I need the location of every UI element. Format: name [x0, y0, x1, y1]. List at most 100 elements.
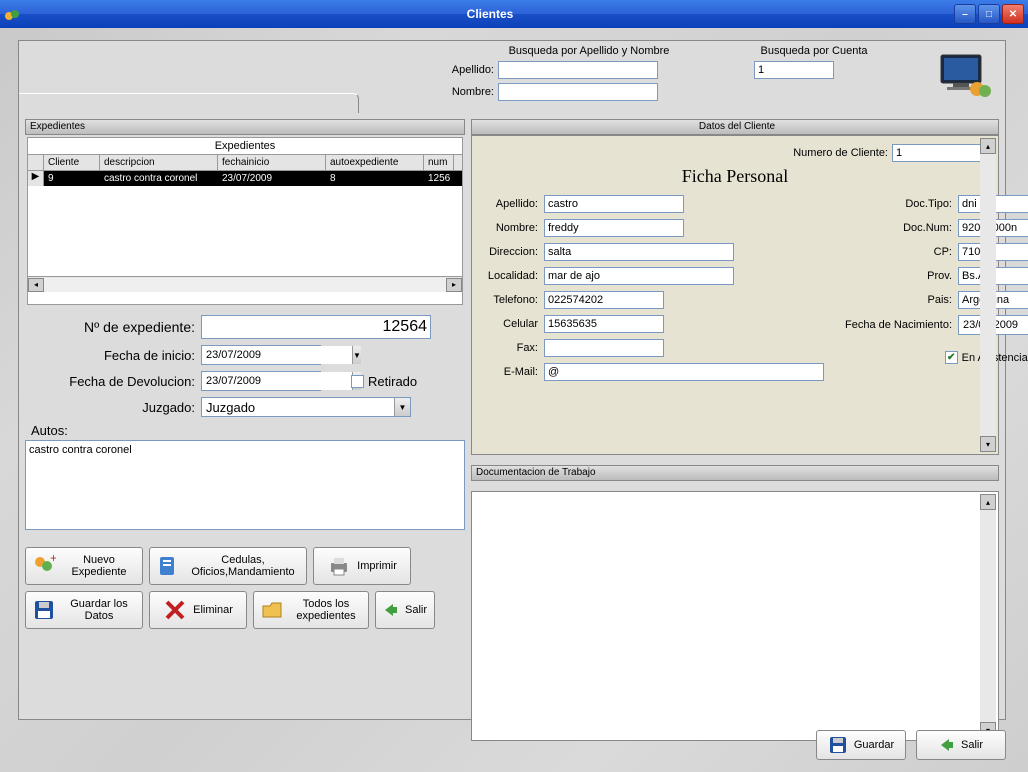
scroll-down-icon[interactable]: ▾: [980, 436, 996, 452]
grid-hscrollbar[interactable]: ◂ ▸: [28, 276, 462, 292]
datos-cliente-header: Datos del Cliente: [471, 119, 999, 135]
documentacion-header: Documentacion de Trabajo: [471, 465, 999, 481]
chevron-down-icon[interactable]: ▼: [394, 398, 410, 416]
imprimir-button[interactable]: Imprimir: [313, 547, 411, 585]
direccion-label: Direccion:: [482, 246, 538, 258]
search-area: Busqueda por Apellido y Nombre Apellido:…: [369, 45, 999, 115]
cliente-column: Datos del Cliente Numero de Cliente: Fic…: [471, 119, 999, 717]
search-name-title: Busqueda por Apellido y Nombre: [449, 45, 729, 57]
fecha-devol-input[interactable]: [202, 372, 352, 390]
col-descripcion[interactable]: descripcion: [100, 155, 218, 170]
checkbox-checked-icon[interactable]: ✔: [945, 351, 958, 364]
tab-notch: [19, 93, 359, 113]
maximize-button[interactable]: □: [978, 4, 1000, 24]
expedientes-header: Expedientes: [25, 119, 465, 135]
autos-textarea[interactable]: [25, 440, 465, 530]
app-icon: [4, 6, 20, 22]
documentacion-panel: ▴ ▾: [471, 491, 999, 741]
numero-cliente-input[interactable]: [892, 144, 988, 162]
eliminar-button[interactable]: Eliminar: [149, 591, 247, 629]
fax-label: Fax:: [482, 342, 538, 354]
delete-x-icon: [163, 598, 187, 622]
pais-label: Pais:: [842, 294, 952, 306]
fecha-inicio-label: Fecha de inicio:: [25, 348, 195, 363]
apellido-label: Apellido:: [449, 64, 494, 76]
nombre-label: Nombre:: [449, 86, 494, 98]
search-nombre-input[interactable]: [498, 83, 658, 101]
telefono-input[interactable]: [544, 291, 664, 309]
folder-open-icon: [260, 598, 284, 622]
celular-input[interactable]: [544, 315, 664, 333]
direccion-input[interactable]: [544, 243, 734, 261]
close-button[interactable]: ✕: [1002, 4, 1024, 24]
scroll-right-icon[interactable]: ▸: [446, 278, 462, 292]
scroll-up-icon[interactable]: ▴: [980, 494, 996, 510]
fecha-devol-label: Fecha de Devolucion:: [25, 374, 195, 389]
search-apellido-input[interactable]: [498, 61, 658, 79]
guardar-datos-button[interactable]: Guardar los Datos: [25, 591, 143, 629]
juzgado-combo[interactable]: ▼: [201, 397, 411, 417]
datos-cliente-panel: Numero de Cliente: Ficha Personal Apelli…: [471, 135, 999, 455]
fecha-devol-combo[interactable]: ▼: [201, 371, 321, 391]
people-plus-icon: +: [32, 554, 56, 578]
folder-doc-icon: [156, 554, 180, 578]
expedientes-buttons: + Nuevo Expediente Cedulas, Oficios,Mand…: [25, 547, 465, 629]
nuevo-expediente-button[interactable]: + Nuevo Expediente: [25, 547, 143, 585]
col-cliente[interactable]: Cliente: [44, 155, 100, 170]
checkbox-box-icon[interactable]: [351, 375, 364, 388]
cedulas-button[interactable]: Cedulas, Oficios,Mandamiento: [149, 547, 307, 585]
doc-tipo-label: Doc.Tipo:: [842, 198, 952, 210]
celular-label: Celular: [482, 318, 538, 330]
num-exp-input[interactable]: [201, 315, 431, 339]
datos-vscrollbar[interactable]: ▴ ▾: [980, 138, 996, 452]
fecha-inicio-input[interactable]: [202, 346, 352, 364]
exit-arrow-icon: [939, 737, 955, 753]
fax-input[interactable]: [544, 339, 664, 357]
table-row[interactable]: ▶ 9 castro contra coronel 23/07/2009 8 1…: [28, 171, 462, 186]
col-autoexpediente[interactable]: autoexpediente: [326, 155, 424, 170]
salir-left-button[interactable]: Salir: [375, 591, 435, 629]
fecha-inicio-combo[interactable]: ▼: [201, 345, 321, 365]
col-fechainicio[interactable]: fechainicio: [218, 155, 326, 170]
printer-icon: [327, 554, 351, 578]
expedientes-column: Expedientes Expedientes Cliente descripc…: [25, 119, 465, 717]
prov-label: Prov.: [842, 270, 952, 282]
retirado-label: Retirado: [368, 374, 417, 389]
nombre-input[interactable]: [544, 219, 684, 237]
minimize-button[interactable]: –: [954, 4, 976, 24]
salir-window-button[interactable]: Salir: [916, 730, 1006, 760]
search-cuenta-title: Busqueda por Cuenta: [754, 45, 874, 57]
search-cuenta-input[interactable]: [754, 61, 834, 79]
grid-header-row: Cliente descripcion fechainicio autoexpe…: [28, 154, 462, 171]
exit-arrow-icon: [383, 602, 399, 618]
floppy-icon: [32, 598, 56, 622]
scroll-left-icon[interactable]: ◂: [28, 278, 44, 292]
window-title: Clientes: [26, 7, 954, 21]
grid-title: Expedientes: [28, 138, 462, 154]
guardar-window-button[interactable]: Guardar: [816, 730, 906, 760]
retirado-checkbox[interactable]: Retirado: [351, 374, 417, 389]
email-label: E-Mail:: [482, 366, 538, 378]
apellido-label: Apellido:: [482, 198, 538, 210]
titlebar: Clientes – □ ✕: [0, 0, 1028, 28]
monitor-icon: [935, 51, 993, 101]
expedientes-grid[interactable]: Expedientes Cliente descripcion fechaini…: [27, 137, 463, 305]
ficha-personal-title: Ficha Personal: [482, 166, 988, 187]
chevron-down-icon[interactable]: ▼: [352, 346, 361, 364]
localidad-input[interactable]: [544, 267, 734, 285]
localidad-label: Localidad:: [482, 270, 538, 282]
doc-num-label: Doc.Num:: [842, 222, 952, 234]
apellido-input[interactable]: [544, 195, 684, 213]
autos-label: Autos:: [31, 423, 465, 438]
email-input[interactable]: [544, 363, 824, 381]
todos-expedientes-button[interactable]: Todos los expedientes: [253, 591, 369, 629]
juzgado-label: Juzgado:: [25, 400, 195, 415]
docu-vscrollbar[interactable]: ▴ ▾: [980, 494, 996, 738]
nombre-label: Nombre:: [482, 222, 538, 234]
scroll-up-icon[interactable]: ▴: [980, 138, 996, 154]
floppy-icon: [828, 735, 848, 755]
numero-cliente-label: Numero de Cliente:: [793, 147, 888, 159]
juzgado-input[interactable]: [202, 398, 394, 416]
main-frame: Busqueda por Apellido y Nombre Apellido:…: [18, 40, 1006, 720]
col-num[interactable]: num: [424, 155, 454, 170]
